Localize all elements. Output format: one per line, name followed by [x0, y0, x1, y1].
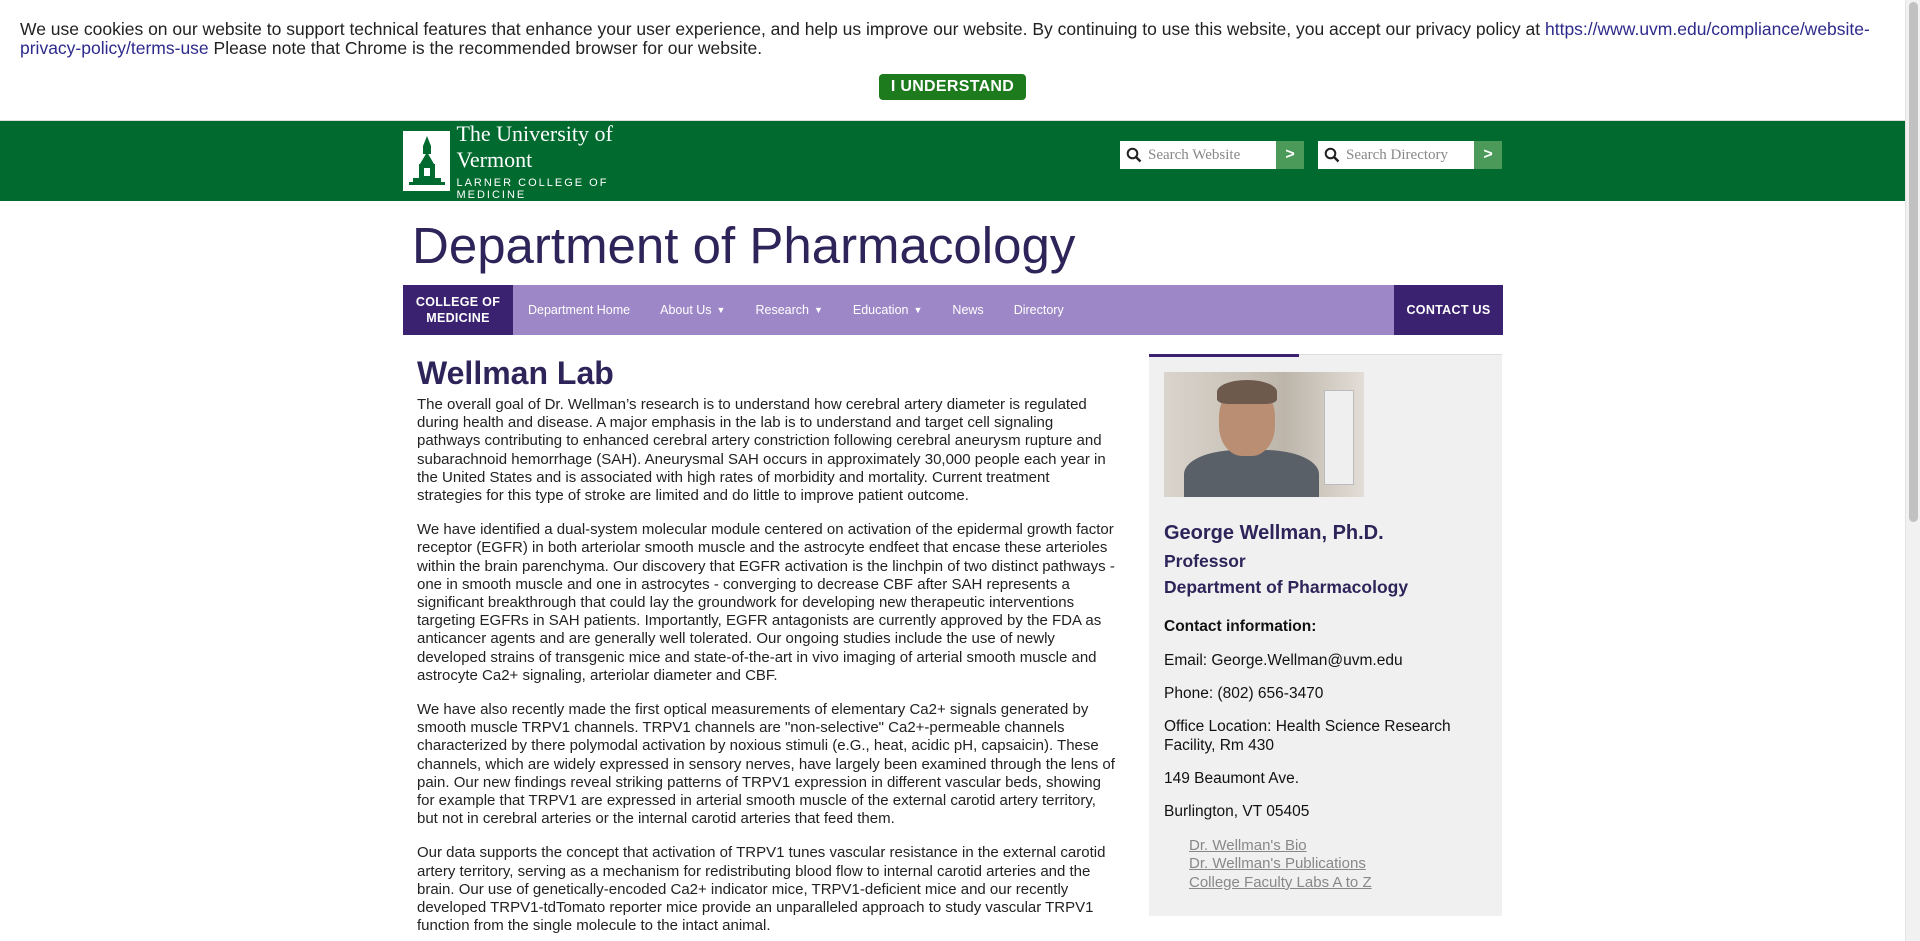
sidebar-divider — [1299, 354, 1502, 355]
nav-item-news[interactable]: News — [937, 285, 998, 335]
nav-item-directory[interactable]: Directory — [999, 285, 1079, 335]
contact-email: Email: George.Wellman@uvm.edu — [1164, 652, 1403, 669]
nav-item-label: Education — [852, 303, 909, 317]
cookie-message: We use cookies on our website to support… — [20, 20, 1885, 58]
photo-body-shape — [1184, 450, 1319, 497]
logo-wordmark: The University of Vermont LARNER COLLEGE… — [456, 121, 673, 201]
contact-heading: Contact information: — [1164, 618, 1317, 635]
i-understand-button[interactable]: I UNDERSTAND — [879, 74, 1026, 100]
department-title[interactable]: Department of Pharmacology — [412, 216, 1075, 275]
nav-item-research[interactable]: Research ▼ — [740, 285, 837, 335]
page: We use cookies on our website to support… — [0, 0, 1905, 941]
search-directory-input[interactable]: Search Directory — [1318, 141, 1474, 169]
microscope-shape — [1324, 390, 1354, 485]
nav-item-education[interactable]: Education ▼ — [838, 285, 938, 335]
page-title: Wellman Lab — [417, 355, 614, 391]
bell-tower-icon — [403, 131, 451, 191]
main-content: Wellman Lab The overall goal of Dr. Well… — [417, 354, 1117, 941]
faculty-role: Professor — [1164, 551, 1246, 571]
cookie-message-text: We use cookies on our website to support… — [20, 19, 1545, 39]
department-nav: COLLEGE OF MEDICINE Department Home Abou… — [403, 285, 1503, 335]
search-icon — [1324, 147, 1340, 163]
body-paragraph: The overall goal of Dr. Wellman’s resear… — [417, 396, 1106, 505]
university-header: The University of Vermont LARNER COLLEGE… — [0, 121, 1905, 201]
nav-item-label: Department Home — [528, 303, 631, 317]
caret-down-icon: ▼ — [913, 305, 923, 315]
college-of-medicine-link[interactable]: COLLEGE OF MEDICINE — [403, 285, 513, 335]
nav-item-label: About Us — [660, 303, 712, 317]
scrollbar-thumb[interactable] — [1909, 2, 1918, 522]
nav-item-label: Directory — [1013, 303, 1064, 317]
search-directory: Search Directory > — [1318, 141, 1502, 169]
search-icon — [1126, 147, 1142, 163]
search-website-go-button[interactable]: > — [1276, 141, 1304, 169]
search-website-placeholder: Search Website — [1148, 146, 1241, 163]
caret-down-icon: ▼ — [716, 305, 726, 315]
link-faculty-labs[interactable]: College Faculty Labs A to Z — [1189, 874, 1372, 892]
nav-item-label: News — [952, 303, 984, 317]
photo-hair-shape — [1217, 380, 1277, 404]
contact-office: Office Location: Health Science Research… — [1164, 718, 1451, 754]
contact-phone: Phone: (802) 656-3470 — [1164, 685, 1324, 702]
body-paragraph: We have also recently made the first opt… — [417, 701, 1115, 828]
logo-college-name: LARNER COLLEGE OF MEDICINE — [456, 177, 609, 201]
faculty-sidebar: George Wellman, Ph.D. Professor Departme… — [1149, 354, 1502, 916]
body-paragraph: Our data supports the concept that activ… — [417, 844, 1106, 935]
contact-address-city: Burlington, VT 05405 — [1164, 803, 1310, 820]
search-website-input[interactable]: Search Website — [1120, 141, 1276, 169]
cookie-message-suffix: Please note that Chrome is the recommend… — [208, 38, 763, 58]
nav-item-about-us[interactable]: About Us ▼ — [645, 285, 740, 335]
search-website: Search Website > — [1120, 141, 1304, 169]
college-label-line2: MEDICINE — [426, 311, 490, 325]
search-directory-placeholder: Search Directory — [1346, 146, 1449, 163]
contact-address-street: 149 Beaumont Ave. — [1164, 770, 1300, 787]
body-paragraph: We have identified a dual-system molecul… — [417, 521, 1115, 684]
contact-us-button[interactable]: CONTACT US — [1394, 285, 1503, 335]
page-scrollbar[interactable] — [1905, 0, 1920, 941]
faculty-department: Department of Pharmacology — [1164, 577, 1409, 597]
nav-item-label: Research — [755, 303, 809, 317]
link-publications[interactable]: Dr. Wellman's Publications — [1189, 855, 1372, 873]
search-directory-go-button[interactable]: > — [1474, 141, 1502, 169]
link-bio[interactable]: Dr. Wellman's Bio — [1189, 837, 1372, 855]
cookie-banner: We use cookies on our website to support… — [0, 0, 1905, 121]
caret-down-icon: ▼ — [813, 305, 823, 315]
faculty-links: Dr. Wellman's Bio Dr. Wellman's Publicat… — [1189, 837, 1372, 892]
college-label-line1: COLLEGE OF — [415, 295, 501, 309]
faculty-photo — [1164, 372, 1364, 497]
nav-item-department-home[interactable]: Department Home — [513, 285, 645, 335]
logo-university-name: The University of Vermont — [456, 121, 613, 172]
uvm-logo[interactable]: The University of Vermont LARNER COLLEGE… — [403, 121, 673, 201]
faculty-name: George Wellman, Ph.D. — [1164, 522, 1384, 544]
sidebar-tab-indicator — [1149, 354, 1299, 357]
